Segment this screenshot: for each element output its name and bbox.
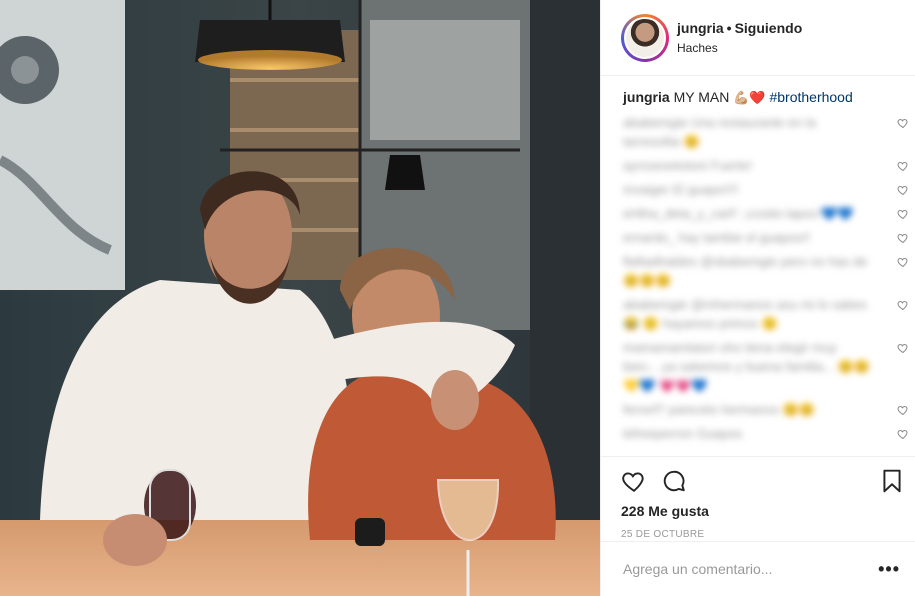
avatar[interactable] xyxy=(624,16,666,59)
post-side-panel: jungria • Siguiendo Haches jungria MY MAN … xyxy=(600,0,915,596)
comment-item: ernardo_ hay tambie el guapoo!! xyxy=(623,228,908,247)
comment-text: mvaiger El guapo!!!! xyxy=(623,182,739,197)
comment-item: eHtha_deta_y_carF: ¡cosito lapoc!💙💙 xyxy=(623,204,908,223)
post-photo[interactable] xyxy=(0,0,600,596)
header-top-line: jungria • Siguiendo xyxy=(677,19,802,37)
comment-item: ayrosesetotoni Fuerte! xyxy=(623,156,908,175)
post-actions: 228 Me gusta 25 DE OCTUBRE xyxy=(601,456,915,540)
comment-item: mamamamlatori oho tiena elegir muy bien.… xyxy=(623,338,908,395)
comment-text: mamamamlatori oho tiena elegir muy bien.… xyxy=(623,340,870,393)
caption-hashtag-link[interactable]: #brotherhood xyxy=(769,89,852,105)
comment-like-heart-icon[interactable] xyxy=(897,184,909,196)
comment-text: ayrosesetotoni Fuerte! xyxy=(623,158,753,173)
comment-like-heart-icon[interactable] xyxy=(897,117,909,129)
comment-container: ababemgie Una restaurante en la tarresol… xyxy=(623,113,908,443)
bookmark-icon[interactable] xyxy=(879,468,905,494)
comment-like-heart-icon[interactable] xyxy=(897,342,909,354)
comment-bubble-icon[interactable] xyxy=(661,468,687,494)
likes-count[interactable]: 228 Me gusta xyxy=(621,503,900,519)
comment-item: flaftadhaldes @sbabemgie pero no has de … xyxy=(623,252,908,290)
comment-like-heart-icon[interactable] xyxy=(897,208,909,220)
comment-like-heart-icon[interactable] xyxy=(897,428,909,440)
comment-text: ababemgie @mhermanos asu mi lo sabes 😂 🙂… xyxy=(623,297,867,331)
header-text: jungria • Siguiendo Haches xyxy=(677,19,802,57)
comment-text: lefreeperron Guapos xyxy=(623,426,743,441)
caption-username[interactable]: jungria xyxy=(623,89,670,105)
action-row xyxy=(621,463,901,499)
comment-item: ferrerf7 parecéis hermanos 😊😊 xyxy=(623,400,908,419)
add-comment-bar: ••• xyxy=(601,541,915,596)
comment-text: eHtha_deta_y_carF: ¡cosito lapoc!💙💙 xyxy=(623,206,854,221)
separator-dot: • xyxy=(726,19,732,36)
comment-like-heart-icon[interactable] xyxy=(897,256,909,268)
heart-icon[interactable] xyxy=(621,468,647,494)
post-header: jungria • Siguiendo Haches xyxy=(601,0,915,76)
caption-emoji: 💪🏼❤️ xyxy=(733,90,766,105)
comment-like-heart-icon[interactable] xyxy=(897,404,909,416)
photo-illustration xyxy=(0,0,600,596)
post-date[interactable]: 25 DE OCTUBRE xyxy=(621,529,900,540)
comment-like-heart-icon[interactable] xyxy=(897,232,909,244)
location-link[interactable]: Haches xyxy=(677,39,802,57)
comment-text: ferrerf7 parecéis hermanos 😊😊 xyxy=(623,402,816,417)
comment-text: ernardo_ hay tambie el guapoo!! xyxy=(623,230,811,245)
comments-list[interactable]: jungria MY MAN 💪🏼❤️ #brotherhood ababemg… xyxy=(601,76,915,456)
post-caption: jungria MY MAN 💪🏼❤️ #brotherhood xyxy=(623,88,899,107)
username-link[interactable]: jungria xyxy=(677,20,724,36)
comment-item: ababemgie Una restaurante en la tarresol… xyxy=(623,113,908,151)
more-options-icon[interactable]: ••• xyxy=(878,559,900,580)
follow-status-button[interactable]: Siguiendo xyxy=(735,20,803,36)
comment-text: ababemgie Una restaurante en la tarresol… xyxy=(623,115,816,149)
comment-item: lefreeperron Guapos xyxy=(623,424,908,443)
comment-like-heart-icon[interactable] xyxy=(897,299,909,311)
comment-item: mvaiger El guapo!!!! xyxy=(623,180,908,199)
comment-text: flaftadhaldes @sbabemgie pero no has de … xyxy=(623,254,868,288)
caption-text: MY MAN xyxy=(673,89,730,105)
story-ring[interactable] xyxy=(621,13,669,62)
comment-like-heart-icon[interactable] xyxy=(897,160,909,172)
comment-item: ababemgie @mhermanos asu mi lo sabes 😂 🙂… xyxy=(623,295,908,333)
comment-input[interactable] xyxy=(623,561,879,577)
